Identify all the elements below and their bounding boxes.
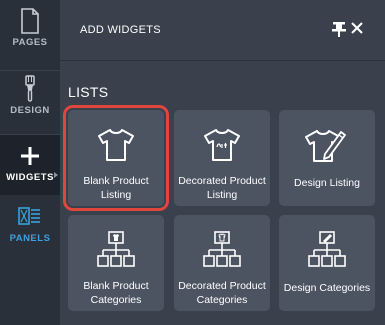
- sidebar-item-label: WIDGETS: [6, 172, 54, 183]
- widget-label: Design Listing: [294, 177, 360, 189]
- sidebar-item-panels[interactable]: PANELS: [0, 204, 60, 260]
- sidebar-item-design[interactable]: DESIGN: [0, 75, 60, 132]
- paintbrush-icon: [23, 75, 37, 102]
- sidebar-item-label: DESIGN: [10, 105, 50, 116]
- blank-category-tree-icon: [96, 227, 136, 273]
- divider: [0, 70, 60, 71]
- sidebar-item-label: PANELS: [9, 233, 51, 244]
- widget-design-listing[interactable]: Design Listing: [279, 110, 375, 206]
- widget-design-categories[interactable]: Design Categories: [279, 215, 375, 311]
- section-title: LISTS: [68, 84, 109, 100]
- widget-label: Blank Product Listing: [83, 175, 149, 201]
- widget-label: Decorated Product Listing: [178, 175, 266, 201]
- page-icon: [20, 8, 40, 34]
- widget-label: Decorated Product Categories: [178, 280, 266, 306]
- sidebar-item-pages[interactable]: PAGES: [0, 8, 60, 64]
- sidebar-item-widgets[interactable]: WIDGETS: [0, 135, 60, 195]
- plus-icon: [20, 143, 40, 169]
- divider: [60, 60, 385, 61]
- sidebar: PAGES DESIGN WIDGETS PANELS: [0, 0, 60, 325]
- tshirt-icon: [96, 122, 136, 168]
- panels-icon: [18, 204, 42, 230]
- tshirt-art-icon: [202, 122, 242, 168]
- close-icon[interactable]: [350, 21, 364, 35]
- widget-label: Blank Product Categories: [83, 280, 149, 306]
- panel-header: ADD WIDGETS: [60, 0, 385, 60]
- widget-decorated-product-categories[interactable]: Decorated Product Categories: [174, 215, 270, 311]
- widget-decorated-product-listing[interactable]: Decorated Product Listing: [174, 110, 270, 206]
- widget-label: Design Categories: [283, 282, 371, 294]
- widget-blank-product-listing[interactable]: Blank Product Listing: [63, 105, 169, 211]
- panel-title: ADD WIDGETS: [80, 24, 161, 36]
- design-category-tree-icon: [307, 227, 347, 273]
- sidebar-item-label: PAGES: [12, 37, 48, 48]
- decorated-category-tree-icon: [202, 227, 242, 273]
- widget-blank-product-categories[interactable]: Blank Product Categories: [68, 215, 164, 311]
- active-caret-icon: [54, 172, 58, 178]
- add-widgets-panel: ADD WIDGETS LISTS Blank Product Listing: [60, 0, 385, 325]
- tshirt-pencil-icon: [305, 122, 349, 168]
- pin-icon[interactable]: [332, 21, 346, 37]
